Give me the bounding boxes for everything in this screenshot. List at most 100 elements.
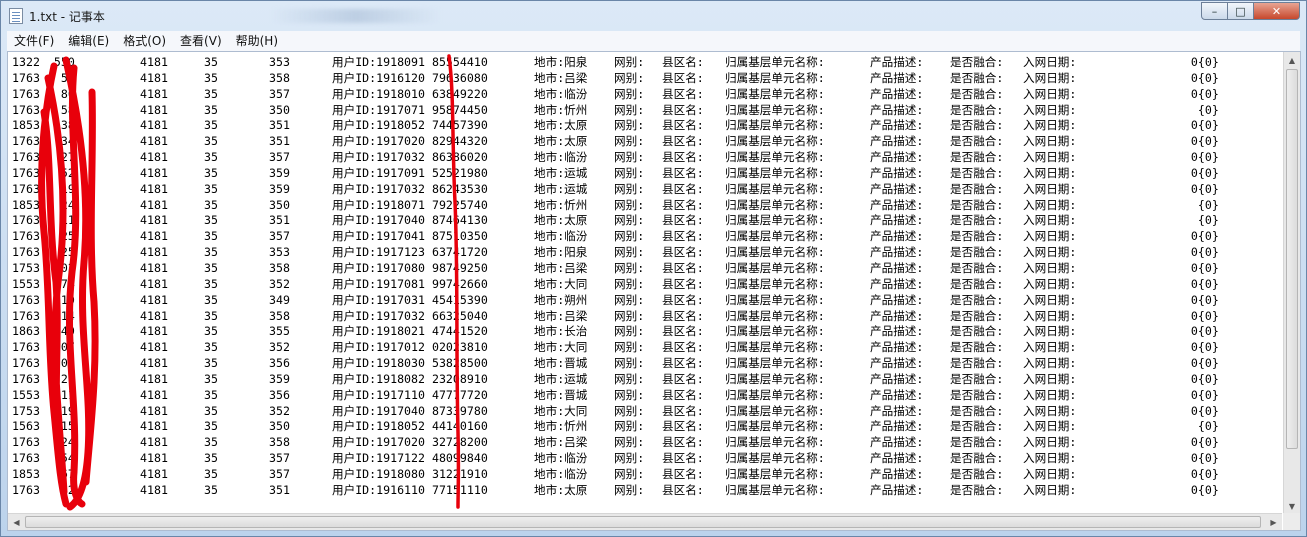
minimize-button[interactable]: – [1201,2,1228,20]
menu-item[interactable]: 编辑(E) [61,31,116,51]
field-base: 归属基层单元名称: [725,356,825,371]
field-c: 349 [269,292,290,307]
field-base: 归属基层单元名称: [725,292,825,307]
field-city: 地市:临汾 [534,86,588,101]
menu-bar: 文件(F) 编辑(E) 格式(O) 查看(V) 帮助(H) [7,31,1300,52]
menu-item[interactable]: 文件(F) [7,31,61,51]
field-prod: 产品描述: [870,482,924,497]
field-tail: 0{0} [1163,324,1219,339]
field-b: 35 [204,134,218,149]
field-prod: 产品描述: [870,197,924,212]
field-tail: 0{0} [1163,150,1219,165]
field-prod: 产品描述: [870,70,924,85]
close-button[interactable]: ✕ [1254,2,1300,20]
field-city: 地市:大同 [534,340,588,355]
field-b: 35 [204,292,218,307]
field-city: 地市:阳泉 [534,55,588,69]
field-fuse: 是否融合: [950,260,1004,275]
field-fuse: 是否融合: [950,387,1004,402]
vertical-scroll-thumb[interactable] [1286,69,1298,449]
field-phone: 1553 11 [12,387,75,402]
field-b: 35 [204,308,218,323]
field-prod: 产品描述: [870,86,924,101]
field-base: 归属基层单元名称: [725,276,825,291]
vertical-scrollbar[interactable]: ▲ ▼ [1283,52,1300,515]
field-tail: 0{0} [1163,134,1219,149]
field-phone: 1863 40 [12,324,75,339]
field-net: 网别: [614,229,645,244]
field-tail: 0{0} [1163,403,1219,418]
title-bar[interactable]: 1.txt - 记事本 – □ ✕ [1,1,1306,31]
field-county: 县区名: [662,403,704,418]
field-prod: 产品描述: [870,403,924,418]
field-phone: 1763 25 [12,245,75,260]
field-uid: 用户ID:1917032 86386020 [332,150,488,165]
field-fuse: 是否融合: [950,150,1004,165]
field-phone: 1763 07 [12,340,75,355]
field-phone: 1763 22 [12,482,75,497]
field-uid: 用户ID:1917041 87510350 [332,229,488,244]
field-uid: 用户ID:1917080 98749250 [332,260,488,275]
field-uid: 用户ID:1917071 95874450 [332,102,488,117]
field-prod: 产品描述: [870,292,924,307]
menu-item[interactable]: 帮助(H) [229,31,285,51]
field-prod: 产品描述: [870,260,924,275]
field-net: 网别: [614,181,645,196]
field-b: 35 [204,55,218,69]
field-prod: 产品描述: [870,213,924,228]
field-c: 355 [269,324,290,339]
maximize-button[interactable]: □ [1228,2,1254,20]
field-c: 358 [269,308,290,323]
right-arrow-icon[interactable]: ▶ [1265,514,1282,530]
field-b: 35 [204,466,218,481]
field-phone: 1563 15 [12,419,75,434]
field-date: 入网日期: [1023,340,1077,355]
field-base: 归属基层单元名称: [725,102,825,117]
field-tail: {0} [1163,102,1219,117]
field-city: 地市:晋城 [534,387,588,402]
field-county: 县区名: [662,451,704,466]
field-fuse: 是否融合: [950,292,1004,307]
field-uid: 用户ID:1917081 99742660 [332,276,488,291]
menu-item[interactable]: 查看(V) [173,31,229,51]
field-b: 35 [204,340,218,355]
field-tail: 0{0} [1163,340,1219,355]
field-c: 351 [269,118,290,133]
field-c: 350 [269,102,290,117]
field-tail: 0{0} [1163,260,1219,275]
menu-item[interactable]: 格式(O) [116,31,173,51]
field-net: 网别: [614,55,645,69]
field-base: 归属基层单元名称: [725,371,825,386]
field-date: 入网日期: [1023,229,1077,244]
field-base: 归属基层单元名称: [725,70,825,85]
field-b: 35 [204,213,218,228]
text-editor[interactable]: 1322 550 4181 35 353 用户ID:1918091 85554410 地市… [7,51,1301,531]
field-phone: 1753 02 [12,260,75,275]
field-prod: 产品描述: [870,150,924,165]
field-prod: 产品描述: [870,134,924,149]
field-c: 353 [269,245,290,260]
field-a: 4181 [140,435,168,450]
field-b: 35 [204,150,218,165]
field-phone: 1763 52 [12,165,75,180]
horizontal-scrollbar[interactable]: ◀ ▶ [8,513,1282,530]
field-c: 351 [269,134,290,149]
field-date: 入网日期: [1023,86,1077,101]
left-arrow-icon[interactable]: ◀ [8,514,25,530]
field-a: 4181 [140,276,168,291]
field-net: 网别: [614,134,645,149]
up-arrow-icon[interactable]: ▲ [1284,52,1300,69]
horizontal-scroll-thumb[interactable] [25,516,1261,528]
field-c: 352 [269,276,290,291]
field-uid: 用户ID:1918082 23208910 [332,371,488,386]
field-county: 县区名: [662,292,704,307]
field-date: 入网日期: [1023,181,1077,196]
field-b: 35 [204,165,218,180]
field-uid: 用户ID:1917020 82944320 [332,134,488,149]
field-date: 入网日期: [1023,419,1077,434]
text-content-area[interactable]: 1322 550 4181 35 353 用户ID:1918091 85554410 地市… [8,52,1282,515]
field-date: 入网日期: [1023,260,1077,275]
field-date: 入网日期: [1023,150,1077,165]
notepad-icon[interactable] [9,8,23,24]
field-a: 4181 [140,466,168,481]
